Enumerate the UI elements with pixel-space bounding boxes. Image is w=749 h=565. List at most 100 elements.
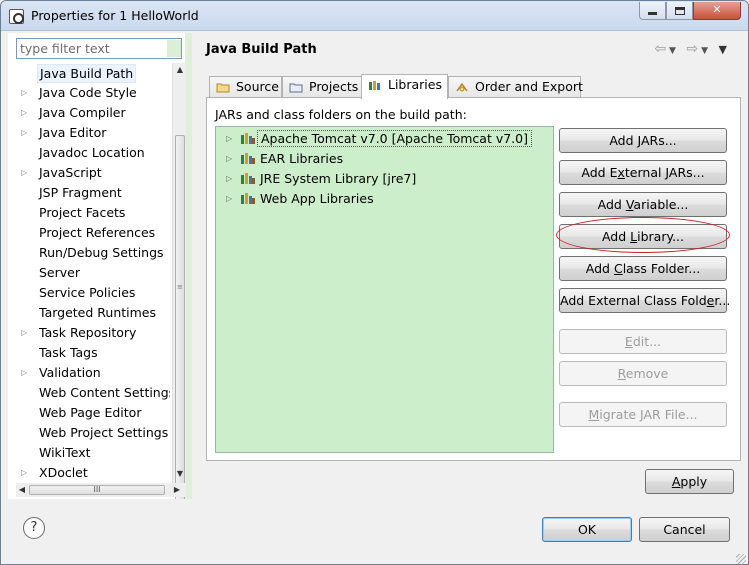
order-export-icon	[456, 82, 468, 92]
library-item-label: JRE System Library [jre7]	[260, 171, 417, 186]
scroll-left-arrow-icon[interactable]: ◀	[17, 485, 27, 494]
close-button[interactable]: ✕	[693, 2, 741, 20]
scroll-right-arrow-icon[interactable]: ▶	[172, 485, 182, 494]
expand-arrow-icon[interactable]: ▷	[226, 149, 232, 168]
sidebar-item-label: WikiText	[39, 445, 91, 460]
add-jars-button[interactable]: Add JARs...	[559, 128, 727, 153]
resize-grip-icon[interactable]	[736, 554, 746, 564]
preferences-sidebar: type filter text Java Build Path ▷ Java Co…	[8, 33, 192, 505]
help-icon[interactable]: ?	[23, 517, 45, 539]
library-icon	[241, 153, 255, 164]
migrate-jar-button[interactable]: Migrate JAR File...	[559, 402, 727, 427]
edit-button[interactable]: Edit...	[559, 329, 727, 354]
sidebar-item-label: XDoclet	[39, 465, 88, 480]
clear-filter-icon[interactable]	[167, 40, 181, 57]
category-tree: Java Build Path ▷ Java Code Style ▷ Java Com…	[16, 63, 170, 483]
add-external-class-folder-button[interactable]: Add External Class Folder...	[559, 288, 730, 313]
expand-arrow-icon[interactable]: ▷	[226, 129, 232, 148]
maximize-icon	[674, 6, 685, 15]
horizontal-scroll-thumb[interactable]: III	[29, 485, 165, 495]
library-icon	[241, 193, 255, 204]
expand-arrow-icon[interactable]: ▷	[21, 103, 29, 123]
sidebar-item-label: Task Repository	[39, 325, 137, 340]
expand-arrow-icon[interactable]: ▷	[21, 363, 29, 383]
expand-arrow-icon[interactable]: ▷	[21, 163, 29, 183]
minimize-icon	[648, 11, 657, 15]
add-variable-button[interactable]: Add Variable...	[559, 192, 727, 217]
forward-arrow-icon[interactable]: ⇨	[686, 41, 701, 57]
forward-dropdown-icon[interactable]: ▼	[701, 46, 711, 56]
libraries-tab-panel: JARs and class folders on the build path…	[206, 97, 741, 461]
library-icon	[241, 173, 255, 184]
title-bar[interactable]: Properties for 1 HelloWorld ✕	[1, 1, 748, 31]
sidebar-item-label: Service Policies	[39, 285, 136, 300]
expand-arrow-icon[interactable]: ▷	[21, 123, 29, 143]
add-external-jars-button[interactable]: Add External JARs...	[559, 160, 727, 185]
page-navigation: ⇦▼ ⇨▼ ▼	[654, 41, 730, 57]
back-dropdown-icon[interactable]: ▼	[669, 46, 679, 56]
sidebar-item-label: Project References	[39, 225, 156, 240]
sidebar-item-label: Targeted Runtimes	[39, 305, 156, 320]
build-path-label: JARs and class folders on the build path…	[215, 107, 467, 122]
filter-input[interactable]: type filter text	[16, 38, 182, 59]
library-item-label: Web App Libraries	[260, 191, 374, 206]
vertical-scroll-thumb[interactable]: ≡	[175, 135, 185, 505]
view-menu-icon[interactable]: ▼	[719, 43, 730, 56]
library-item-label: EAR Libraries	[260, 151, 344, 166]
tab-libraries[interactable]: Libraries	[361, 74, 448, 99]
properties-dialog: Properties for 1 HelloWorld ✕ type filte…	[0, 0, 749, 565]
sidebar-item-label: Run/Debug Settings	[39, 245, 164, 260]
window-title: Properties for 1 HelloWorld	[31, 8, 199, 23]
sidebar-item-label: Task Tags	[39, 345, 98, 360]
libraries-icon	[369, 81, 380, 90]
tab-libraries-label: Libraries	[388, 77, 442, 92]
tab-order-export-label: Order and Export	[475, 79, 583, 94]
sidebar-item-label: JavaScript	[39, 165, 102, 180]
dialog-footer: ? OK Cancel	[1, 499, 748, 564]
expand-arrow-icon[interactable]: ▷	[226, 189, 232, 208]
maximize-button[interactable]	[666, 2, 693, 20]
grip-icon: ≡	[177, 283, 183, 291]
sidebar-item-label: Javadoc Location	[39, 145, 145, 160]
minimize-button[interactable]	[639, 2, 666, 20]
expand-arrow-icon[interactable]: ▷	[226, 169, 232, 188]
sidebar-item-label: Project Facets	[39, 205, 126, 220]
sidebar-item-label: Java Compiler	[39, 105, 126, 120]
sidebar-horizontal-scrollbar[interactable]: ◀ III ▶	[16, 483, 186, 497]
remove-button[interactable]: Remove	[559, 361, 727, 386]
sidebar-item-label: Validation	[39, 365, 101, 380]
sidebar-item-label: Server	[39, 265, 80, 280]
back-arrow-icon[interactable]: ⇦	[654, 41, 669, 57]
tab-source-label: Source	[236, 79, 279, 94]
tab-order-and-export[interactable]: Order and Export	[448, 76, 583, 98]
ok-button[interactable]: OK	[542, 517, 632, 542]
cancel-button[interactable]: Cancel	[639, 517, 730, 542]
expand-arrow-icon[interactable]: ▷	[21, 83, 29, 103]
sidebar-item-label: Web Project Settings	[39, 425, 169, 440]
sidebar-item-label: Web Page Editor	[39, 405, 142, 420]
sidebar-vertical-scrollbar[interactable]: ▲ ≡ ▼	[172, 63, 186, 505]
sidebar-item-label: JSP Fragment	[39, 185, 122, 200]
add-class-folder-button[interactable]: Add Class Folder...	[559, 256, 727, 281]
page-title: Java Build Path	[206, 42, 317, 57]
scroll-up-arrow-icon[interactable]: ▲	[175, 65, 185, 74]
tab-projects-label: Projects	[309, 79, 359, 94]
sidebar-item-label: Web Content Settings	[39, 385, 170, 400]
build-path-page: Java Build Path ⇦▼ ⇨▼ ▼ Source Projects …	[193, 33, 748, 499]
source-folder-icon	[216, 83, 230, 93]
eclipse-app-icon	[9, 9, 24, 24]
library-list[interactable]: ▷ Apache Tomcat v7.0 [Apache Tomcat v7.0]…	[215, 126, 554, 453]
library-icon	[241, 133, 255, 144]
tab-projects[interactable]: Projects	[282, 76, 362, 98]
apply-button[interactable]: Apply	[645, 469, 734, 494]
library-item-label: Apache Tomcat v7.0 [Apache Tomcat v7.0]	[257, 130, 532, 147]
expand-arrow-icon[interactable]: ▷	[21, 463, 29, 483]
scroll-down-arrow-icon[interactable]: ▼	[175, 469, 185, 478]
tab-source[interactable]: Source	[209, 76, 282, 98]
sidebar-item-label: Java Editor	[39, 125, 107, 140]
sidebar-item-label: Java Build Path	[37, 64, 137, 83]
add-library-button[interactable]: Add Library...	[559, 224, 727, 249]
sidebar-divider[interactable]	[185, 33, 192, 499]
filter-placeholder: type filter text	[20, 41, 110, 56]
expand-arrow-icon[interactable]: ▷	[21, 323, 29, 343]
